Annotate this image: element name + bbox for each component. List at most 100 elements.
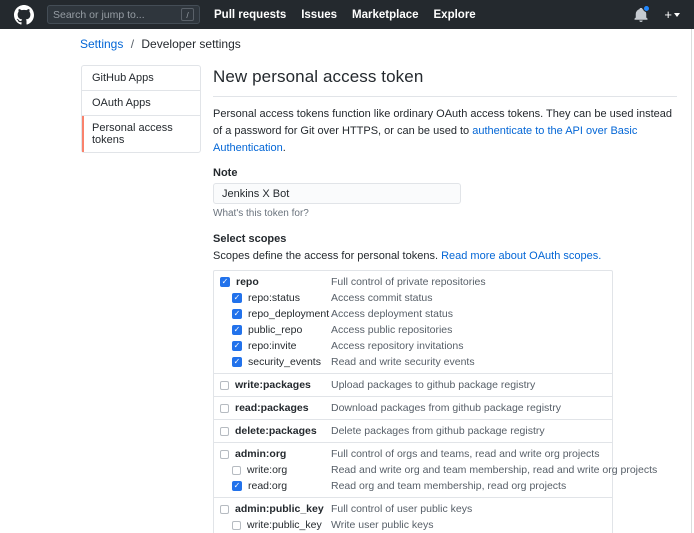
slash-shortcut-key: / — [181, 8, 194, 21]
scope-group: admin:org Full control of orgs and teams,… — [214, 443, 612, 498]
scope-row: ✓ repo:status Access commit status — [214, 290, 612, 306]
scope-name: write:org — [247, 464, 287, 476]
select-scopes-label: Select scopes — [213, 233, 677, 245]
note-label: Note — [213, 167, 677, 179]
create-new-menu[interactable]: + — [664, 8, 680, 21]
scope-description: Access repository invitations — [331, 340, 463, 352]
scope-name: write:public_key — [247, 519, 322, 531]
oauth-scopes-link[interactable]: Read more about OAuth scopes. — [441, 250, 601, 262]
scope-name: repo_deployment — [248, 308, 329, 320]
scope-name: read:org — [248, 480, 287, 492]
scope-checkbox-public_repo[interactable]: ✓ — [232, 325, 242, 335]
scope-checkbox-write:org[interactable] — [232, 466, 241, 475]
scopes-description-text: Scopes define the access for personal to… — [213, 250, 441, 262]
header-nav: Pull requests Issues Marketplace Explore — [214, 9, 476, 21]
scope-row: read:packages Download packages from gith… — [214, 400, 612, 416]
scope-row: ✓ read:org Read org and team membership, r… — [214, 478, 612, 494]
scope-name: repo:status — [248, 292, 300, 304]
scope-checkbox-repo[interactable]: ✓ — [220, 277, 230, 287]
scope-group: ✓ repo Full control of private repositorie… — [214, 271, 612, 374]
nav-pull-requests[interactable]: Pull requests — [214, 9, 286, 21]
scope-name: repo:invite — [248, 340, 296, 352]
scope-checkbox-delete:packages[interactable] — [220, 427, 229, 436]
scope-checkbox-write:packages[interactable] — [220, 381, 229, 390]
scope-row: write:public_key Write user public keys — [214, 517, 612, 533]
scope-checkbox-repo:status[interactable]: ✓ — [232, 293, 242, 303]
note-help-text: What's this token for? — [213, 208, 677, 219]
scope-row: admin:org Full control of orgs and teams,… — [214, 446, 612, 462]
scopes-table: ✓ repo Full control of private repositorie… — [213, 270, 613, 533]
intro-paragraph: Personal access tokens function like ord… — [213, 106, 677, 157]
scope-description: Full control of user public keys — [331, 503, 472, 515]
scope-row: ✓ repo:invite Access repository invitation… — [214, 338, 612, 354]
scope-name: write:packages — [235, 379, 311, 391]
caret-down-icon — [674, 13, 680, 17]
nav-issues[interactable]: Issues — [301, 9, 337, 21]
scope-group: read:packages Download packages from gith… — [214, 397, 612, 420]
scope-row: ✓ security_events Read and write security … — [214, 354, 612, 370]
plus-icon: + — [664, 8, 672, 21]
breadcrumb-settings-link[interactable]: Settings — [80, 37, 123, 51]
scope-row: write:packages Upload packages to github … — [214, 377, 612, 393]
scopes-description: Scopes define the access for personal to… — [213, 250, 677, 262]
breadcrumb-current: Developer settings — [141, 37, 240, 51]
scrollbar[interactable] — [691, 29, 692, 533]
sidebar-item-github-apps[interactable]: GitHub Apps — [82, 66, 200, 91]
scope-description: Full control of private repositories — [331, 276, 486, 288]
content: GitHub Apps OAuth Apps Personal access t… — [81, 65, 677, 533]
scope-checkbox-read:packages[interactable] — [220, 404, 229, 413]
scope-description: Access commit status — [331, 292, 433, 304]
search-placeholder: Search or jump to... — [53, 9, 181, 21]
page-body: Settings / Developer settings GitHub App… — [0, 29, 694, 533]
nav-marketplace[interactable]: Marketplace — [352, 9, 418, 21]
scope-checkbox-repo:invite[interactable]: ✓ — [232, 341, 242, 351]
scope-group: write:packages Upload packages to github … — [214, 374, 612, 397]
scope-row: ✓ repo Full control of private repositorie… — [214, 274, 612, 290]
scope-row: ✓ repo_deploymentAccess deployment status — [214, 306, 612, 322]
scope-checkbox-admin:org[interactable] — [220, 450, 229, 459]
notification-dot — [643, 5, 650, 12]
scope-checkbox-security_events[interactable]: ✓ — [232, 357, 242, 367]
scope-description: Full control of orgs and teams, read and… — [331, 448, 599, 460]
nav-explore[interactable]: Explore — [434, 9, 476, 21]
scope-checkbox-write:public_key[interactable] — [232, 521, 241, 530]
scope-row: write:orgRead and write org and team mem… — [214, 462, 612, 478]
breadcrumb: Settings / Developer settings — [80, 37, 677, 51]
page: Search or jump to... / Pull requests Iss… — [0, 0, 694, 533]
note-input[interactable] — [213, 183, 461, 204]
notifications-bell-icon[interactable] — [634, 8, 648, 22]
scope-description: Access public repositories — [331, 324, 452, 336]
scope-row: admin:public_keyFull control of user pub… — [214, 501, 612, 517]
scope-row: ✓ public_repo Access public repositories — [214, 322, 612, 338]
scope-group: admin:public_keyFull control of user pub… — [214, 498, 612, 533]
scope-name: read:packages — [235, 402, 309, 414]
sidebar-item-oauth-apps[interactable]: OAuth Apps — [82, 91, 200, 116]
scope-name: public_repo — [248, 324, 302, 336]
search-input[interactable]: Search or jump to... / — [47, 5, 200, 24]
scope-name: admin:org — [235, 448, 286, 460]
scope-description: Download packages from github package re… — [331, 402, 561, 414]
scope-description: Read and write security events — [331, 356, 475, 368]
scope-name: delete:packages — [235, 425, 317, 437]
scope-description: Read and write org and team membership, … — [331, 464, 657, 476]
developer-settings-sidebar: GitHub Apps OAuth Apps Personal access t… — [81, 65, 201, 153]
scope-checkbox-read:org[interactable]: ✓ — [232, 481, 242, 491]
scope-row: delete:packages Delete packages from gith… — [214, 423, 612, 439]
scope-checkbox-repo_deployment[interactable]: ✓ — [232, 309, 242, 319]
top-header: Search or jump to... / Pull requests Iss… — [0, 0, 694, 29]
scope-checkbox-admin:public_key[interactable] — [220, 505, 229, 514]
scope-description: Delete packages from github package regi… — [331, 425, 545, 437]
intro-suffix: . — [283, 142, 286, 154]
breadcrumb-separator: / — [131, 37, 134, 51]
scope-name: security_events — [248, 356, 321, 368]
page-title: New personal access token — [213, 65, 677, 97]
header-right: + — [634, 8, 680, 22]
scope-description: Access deployment status — [331, 308, 453, 320]
github-logo-icon[interactable] — [14, 5, 34, 25]
scope-name: repo — [236, 276, 259, 288]
scope-description: Upload packages to github package regist… — [331, 379, 535, 391]
main-panel: New personal access token Personal acces… — [213, 65, 677, 533]
scope-description: Read org and team membership, read org p… — [331, 480, 566, 492]
sidebar-item-personal-access-tokens[interactable]: Personal access tokens — [82, 116, 200, 152]
scope-description: Write user public keys — [331, 519, 434, 531]
